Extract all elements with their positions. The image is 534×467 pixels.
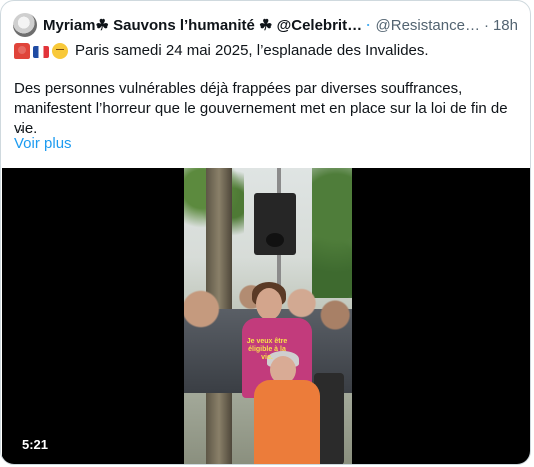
woman-head — [256, 288, 282, 320]
siren-icon — [14, 42, 30, 59]
tweet-body: Des personnes vulnérables déjà frappées … — [14, 80, 508, 137]
tweet-first-line: Paris samedi 24 mai 2025, l’esplanade de… — [14, 42, 429, 59]
tweet-ellipsis: … — [14, 118, 29, 135]
tweet-card[interactable]: Myriam☘ Sauvons l’humanité ☘ @Celebrit… … — [0, 0, 531, 465]
french-flag-icon — [33, 45, 49, 58]
video-duration: 5:21 — [22, 437, 49, 452]
tweet-header: Myriam☘ Sauvons l’humanité ☘ @Celebrit… … — [13, 11, 518, 39]
display-name[interactable]: Myriam☘ Sauvons l’humanité ☘ @Celebrit… — [43, 16, 362, 34]
elder-orange-jacket — [254, 380, 320, 464]
timestamp[interactable]: 18h — [493, 17, 518, 34]
verified-badge-icon — [367, 23, 370, 27]
relieved-face-icon — [52, 42, 68, 59]
user-handle[interactable]: @Resistance… — [376, 17, 480, 34]
show-more-link[interactable]: Voir plus — [14, 135, 72, 152]
tweet-first-line-text: Paris samedi 24 mai 2025, l’esplanade de… — [75, 42, 429, 59]
avatar[interactable] — [13, 13, 37, 37]
video-player[interactable]: Je veux être éligible à la vie. 5:21 — [2, 168, 530, 464]
loudspeaker — [254, 193, 296, 255]
separator: · — [483, 16, 489, 34]
video-caption: Je veux être éligible à la vie. — [246, 338, 288, 361]
video-frame: Je veux être éligible à la vie. — [184, 168, 352, 464]
